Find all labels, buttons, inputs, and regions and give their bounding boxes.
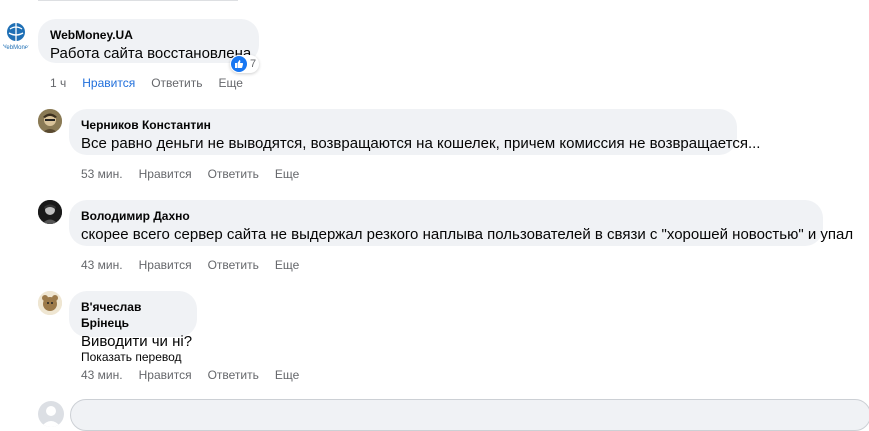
comment-text: Работа сайта восстановлена. xyxy=(50,45,256,62)
comment-bubble-4: В'ячеслав Брінець Виводити чи ні? xyxy=(69,291,197,350)
profile-photo-icon xyxy=(38,200,62,224)
comment-text: скорее всего сервер сайта не выдержал ре… xyxy=(81,226,854,243)
like-button[interactable]: Нравится xyxy=(139,258,192,272)
avatar-chernikov[interactable] xyxy=(38,109,62,133)
reply-button[interactable]: Ответить xyxy=(151,76,202,90)
comment-text: Все равно деньги не выводятся, возвращаю… xyxy=(81,135,761,152)
comment-actions-1: 1 ч Нравится Ответить Еще xyxy=(50,76,259,90)
avatar-brinets[interactable] xyxy=(38,291,62,315)
comment-actions-4: 43 мин. Нравится Ответить Еще xyxy=(81,368,315,382)
comment-author[interactable]: Володимир Дахно xyxy=(81,208,811,224)
more-button[interactable]: Еще xyxy=(275,368,299,382)
like-button[interactable]: Нравится xyxy=(139,167,192,181)
comment-author[interactable]: WebMoney.UA xyxy=(50,27,247,43)
comment-time[interactable]: 1 ч xyxy=(50,76,66,90)
show-translation-link[interactable]: Показать перевод xyxy=(81,350,182,364)
like-button[interactable]: Нравится xyxy=(82,76,135,90)
profile-photo-icon xyxy=(38,109,62,133)
profile-photo-icon xyxy=(38,291,62,315)
reply-button[interactable]: Ответить xyxy=(208,368,259,382)
comment-time[interactable]: 43 мин. xyxy=(81,368,123,382)
comment-actions-2: 53 мин. Нравится Ответить Еще xyxy=(81,167,315,181)
comment-bubble-3: Володимир Дахно скорее всего сервер сайт… xyxy=(69,200,854,246)
webmoney-logo-icon: WebMoney xyxy=(1,23,31,51)
svg-text:WebMoney: WebMoney xyxy=(1,45,31,51)
comment-actions-3: 43 мин. Нравится Ответить Еще xyxy=(81,258,315,272)
more-button[interactable]: Еще xyxy=(275,167,299,181)
more-button[interactable]: Еще xyxy=(219,76,243,90)
reaction-count-badge[interactable]: 7 xyxy=(230,55,260,73)
avatar-dakhno[interactable] xyxy=(38,200,62,224)
comment-author[interactable]: В'ячеслав Брінець xyxy=(81,299,185,331)
more-button[interactable]: Еще xyxy=(275,258,299,272)
avatar-webmoney[interactable]: WebMoney xyxy=(0,20,32,52)
separator-line xyxy=(38,0,238,1)
current-user-avatar xyxy=(38,401,64,427)
reply-button[interactable]: Ответить xyxy=(208,258,259,272)
like-button[interactable]: Нравится xyxy=(139,368,192,382)
reaction-count: 7 xyxy=(250,58,257,70)
comment-bubble-2: Черников Константин Все равно деньги не … xyxy=(69,109,761,155)
comment-author[interactable]: Черников Константин xyxy=(81,117,725,133)
comment-bubble-1: WebMoney.UA Работа сайта восстановлена. xyxy=(38,19,259,63)
reply-button[interactable]: Ответить xyxy=(208,167,259,181)
user-silhouette-icon xyxy=(41,406,61,427)
comment-text: Виводити чи ні? xyxy=(81,333,193,350)
comment-time[interactable]: 53 мин. xyxy=(81,167,123,181)
thumbs-up-icon xyxy=(231,56,247,72)
reply-composer-input[interactable] xyxy=(70,399,869,431)
comment-time[interactable]: 43 мин. xyxy=(81,258,123,272)
